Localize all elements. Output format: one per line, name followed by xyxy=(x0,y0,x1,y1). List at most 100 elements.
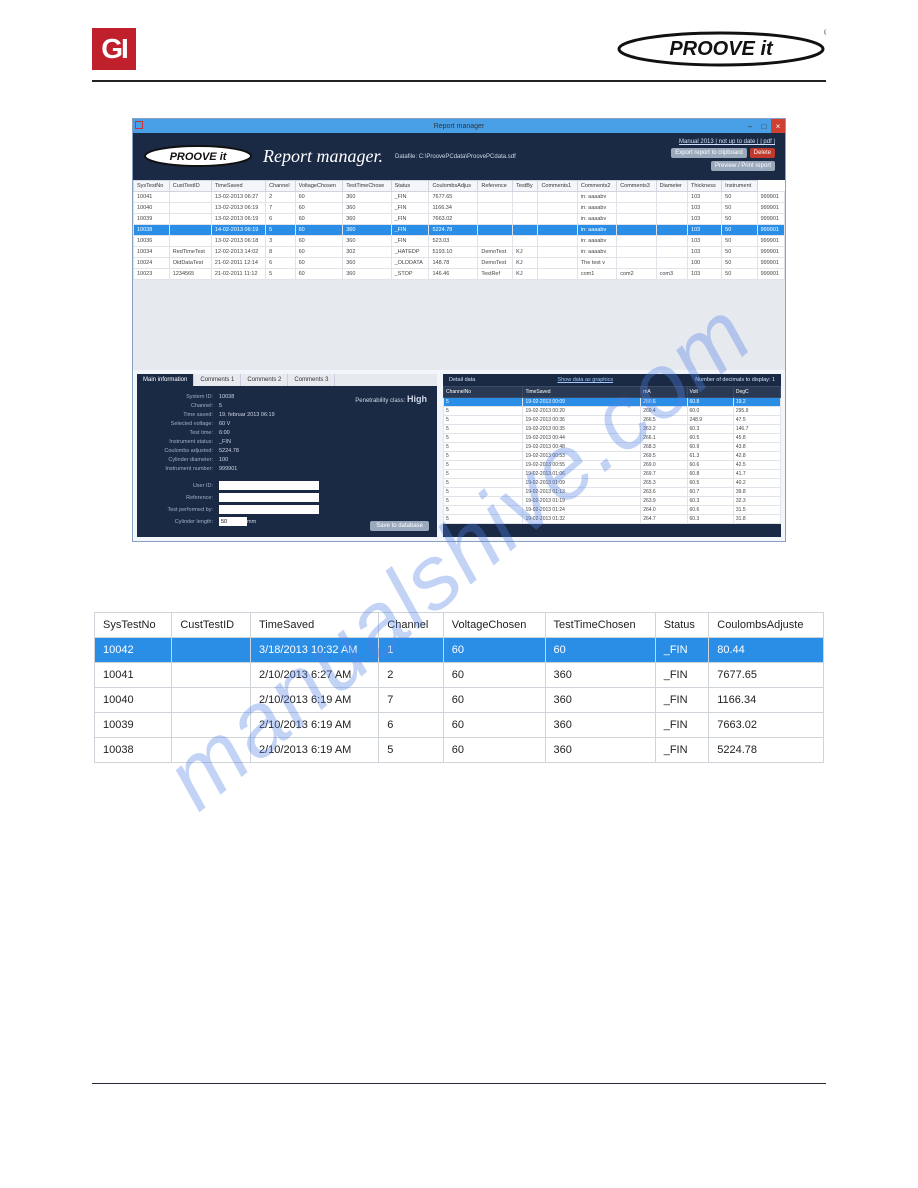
cell: 32.3 xyxy=(733,497,780,506)
maximize-icon[interactable]: □ xyxy=(757,119,771,133)
tab-comments1[interactable]: Comments 1 xyxy=(194,374,241,386)
table-row[interactable]: 100423/18/2013 10:32 AM16060_FIN80.44 xyxy=(95,638,824,663)
column-header[interactable]: TimeSaved xyxy=(211,181,265,192)
tab-comments3[interactable]: Comments 3 xyxy=(288,374,335,386)
column-header[interactable]: Channel xyxy=(266,181,296,192)
table-row[interactable]: 10024OldDataTest21-02-2011 12:14660360_O… xyxy=(134,258,785,269)
zoom-data-grid[interactable]: SysTestNoCustTestIDTimeSavedChannelVolta… xyxy=(94,612,824,763)
cell: 60 xyxy=(295,203,343,214)
cell: 21-02-2011 12:14 xyxy=(211,258,265,269)
table-row[interactable]: 100382/10/2013 6:19 AM560360_FIN5224.78 xyxy=(95,738,824,763)
column-header[interactable]: ChannelNo xyxy=(444,387,523,398)
tab-comments2[interactable]: Comments 2 xyxy=(241,374,288,386)
column-header[interactable]: mA xyxy=(641,387,687,398)
user-id-input[interactable] xyxy=(219,481,319,490)
reference-input[interactable] xyxy=(219,493,319,502)
cell: 50 xyxy=(722,236,757,247)
column-header[interactable]: Status xyxy=(391,181,429,192)
cell xyxy=(656,247,687,258)
table-row[interactable]: 519-02-2013 00:36266.5248.947.5 xyxy=(444,416,781,425)
column-header[interactable]: CoulombsAdjus xyxy=(429,181,478,192)
cell: 19-02-2013 00:55 xyxy=(523,461,641,470)
table-row[interactable]: 519-02-2013 00:35263.260.3146.7 xyxy=(444,425,781,434)
column-header[interactable]: TestTimeChosen xyxy=(545,613,655,638)
time-saved-value: 19. februar 2013 06:19 xyxy=(219,412,275,418)
table-row[interactable]: 519-02-2013 00:44266.160.545.8 xyxy=(444,434,781,443)
column-header[interactable]: Reference xyxy=(478,181,513,192)
column-header[interactable]: SysTestNo xyxy=(134,181,170,192)
save-button[interactable]: Save to database xyxy=(370,521,429,531)
cell: 60.5 xyxy=(687,479,733,488)
show-graphics-link[interactable]: Show data as graphics xyxy=(557,377,613,383)
main-data-grid[interactable]: SysTestNoCustTestIDTimeSavedChannelVolta… xyxy=(133,180,785,280)
column-header[interactable]: Comments3 xyxy=(617,181,656,192)
column-header[interactable]: CoulombsAdjuste xyxy=(709,613,824,638)
column-header[interactable]: Volt xyxy=(687,387,733,398)
cell: 103 xyxy=(688,225,722,236)
table-row[interactable]: 100392/10/2013 6:19 AM660360_FIN7663.02 xyxy=(95,713,824,738)
column-header[interactable]: TestTimeChose xyxy=(343,181,391,192)
cell xyxy=(538,214,577,225)
cell: 60 xyxy=(295,192,343,203)
cell: KJ xyxy=(513,247,538,258)
table-row[interactable]: 519-02-2013 00:55269.060.642.5 xyxy=(444,461,781,470)
column-header[interactable]: Comments2 xyxy=(577,181,616,192)
table-row[interactable]: 519-02-2013 01:13263.660.739.8 xyxy=(444,488,781,497)
column-header[interactable]: VoltageChosen xyxy=(295,181,343,192)
cell: 5 xyxy=(444,470,523,479)
cylinder-length-input[interactable] xyxy=(219,517,247,526)
export-button[interactable]: Export report to clipboard xyxy=(671,148,746,158)
table-row[interactable]: 519-02-2013 01:06269.760.841.7 xyxy=(444,470,781,479)
tab-main-info[interactable]: Main information xyxy=(137,374,194,386)
column-header[interactable]: Channel xyxy=(379,613,443,638)
info-tabs[interactable]: Main information Comments 1 Comments 2 C… xyxy=(137,374,437,386)
preview-button[interactable]: Preview / Print report xyxy=(711,161,775,171)
table-row[interactable]: 519-02-2013 01:24264.060.631.5 xyxy=(444,506,781,515)
column-header[interactable]: DegC xyxy=(733,387,780,398)
close-icon[interactable]: × xyxy=(771,119,785,133)
cell: in: aaaabv xyxy=(577,192,616,203)
manual-link[interactable]: Manual 2013 | not up to date | | pdf | xyxy=(671,139,775,145)
column-header[interactable]: SysTestNo xyxy=(95,613,172,638)
table-row[interactable]: 10023123456521-02-2011 11:12560360_STOP1… xyxy=(134,269,785,280)
column-header[interactable]: Thickness xyxy=(688,181,722,192)
minimize-icon[interactable]: – xyxy=(743,119,757,133)
column-header[interactable]: Status xyxy=(655,613,709,638)
test-performed-by-input[interactable] xyxy=(219,505,319,514)
decimals-value[interactable]: 1 xyxy=(772,377,775,383)
cell: 3 xyxy=(266,236,296,247)
table-row[interactable]: 519-02-2013 00:53269.561.342.8 xyxy=(444,452,781,461)
cell: 5 xyxy=(444,443,523,452)
column-header[interactable]: Instrument xyxy=(722,181,757,192)
detail-data-grid[interactable]: ChannelNoTimeSavedmAVoltDegC 519-02-2013… xyxy=(443,386,781,524)
cell xyxy=(478,236,513,247)
column-header[interactable]: Comments1 xyxy=(538,181,577,192)
table-row[interactable]: 1004113-02-2013 06:27260360_FIN7677.65in… xyxy=(134,192,785,203)
table-row[interactable]: 519-02-2013 01:32264.760.331.8 xyxy=(444,515,781,524)
cell: _FIN xyxy=(391,236,429,247)
column-header[interactable]: VoltageChosen xyxy=(443,613,545,638)
cell: 60.9 xyxy=(687,443,733,452)
table-row[interactable]: 1003814-02-2013 06:19560360_FIN5224.78in… xyxy=(134,225,785,236)
app-window: Report manager – □ × PROOVE it Report ma… xyxy=(132,118,786,542)
table-row[interactable]: 519-02-2013 01:09265.360.540.2 xyxy=(444,479,781,488)
table-row[interactable]: 10034RedTimeTest12-02-2013 14:02860302_H… xyxy=(134,247,785,258)
table-row[interactable]: 519-02-2013 01:19263.960.332.3 xyxy=(444,497,781,506)
cell xyxy=(169,214,211,225)
column-header[interactable]: CustTestID xyxy=(172,613,251,638)
table-row[interactable]: 100412/10/2013 6:27 AM260360_FIN7677.65 xyxy=(95,663,824,688)
table-row[interactable]: 1003613-02-2013 06:18360360_FIN523.03in:… xyxy=(134,236,785,247)
table-row[interactable]: 519-02-2013 00:20269.460.0295.9 xyxy=(444,407,781,416)
table-row[interactable]: 100402/10/2013 6:19 AM760360_FIN1166.34 xyxy=(95,688,824,713)
column-header[interactable]: CustTestID xyxy=(169,181,211,192)
table-row[interactable]: 1003913-02-2013 06:19660360_FIN7663.02in… xyxy=(134,214,785,225)
column-header[interactable]: TestBy xyxy=(513,181,538,192)
cell: 50 xyxy=(722,203,757,214)
table-row[interactable]: 519-02-2013 00:09280.660.819.2 xyxy=(444,398,781,407)
column-header[interactable]: TimeSaved xyxy=(523,387,641,398)
table-row[interactable]: 519-02-2013 00:48268.360.943.8 xyxy=(444,443,781,452)
column-header[interactable]: TimeSaved xyxy=(250,613,378,638)
column-header[interactable]: Diameter xyxy=(656,181,687,192)
table-row[interactable]: 1004013-02-2013 06:19760360_FIN1166.34in… xyxy=(134,203,785,214)
delete-button[interactable]: Delete xyxy=(750,148,775,158)
